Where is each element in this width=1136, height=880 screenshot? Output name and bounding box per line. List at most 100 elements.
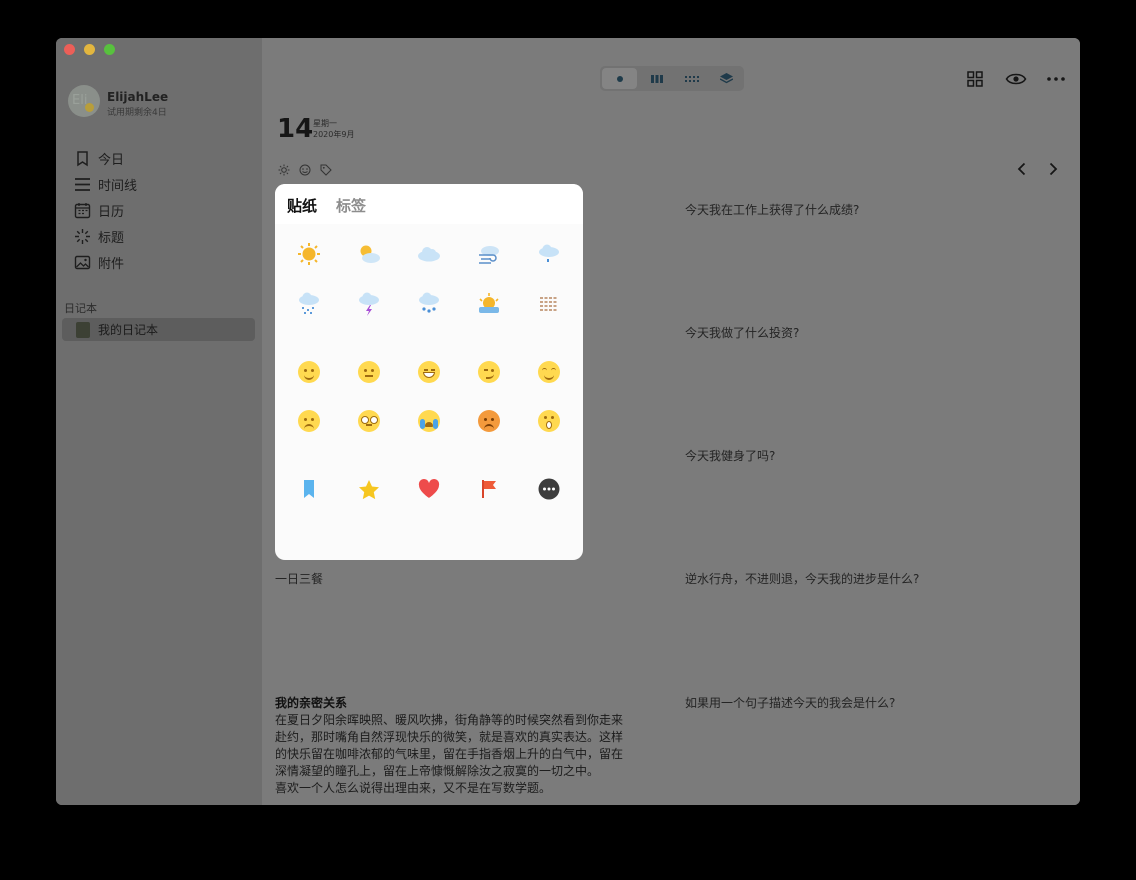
snow-sticker[interactable] [409, 284, 449, 324]
sidebar-item-label: 时间线 [98, 178, 138, 194]
windy-icon [479, 246, 499, 264]
weather-icon[interactable] [278, 164, 290, 176]
flag-icon [482, 480, 496, 498]
notebooks-section-label: 日记本 [64, 302, 97, 315]
angry-sticker[interactable] [469, 401, 509, 441]
smirk-sticker[interactable] [469, 352, 509, 392]
previous-day-arrow[interactable] [1014, 161, 1030, 177]
prompt-fitness[interactable]: 今天我健身了吗? [685, 447, 775, 464]
heart-sticker[interactable] [409, 469, 449, 509]
user-name[interactable]: ElijahLee [107, 90, 168, 104]
notebook-label: 我的日记本 [98, 323, 159, 337]
sad-sticker[interactable] [289, 401, 329, 441]
dots-grid-icon [684, 75, 699, 82]
sidebar: Eli ElijahLee 试用期剩余4日 今日 时间线 日历 标题 附件 日记… [56, 38, 262, 805]
sticker-popover: 贴纸 标签 [275, 184, 583, 560]
thunderstorm-icon [359, 292, 379, 316]
sidebar-item-attachments[interactable]: 附件 [74, 251, 124, 273]
grid-view-button[interactable] [674, 66, 709, 91]
sparkle-icon [75, 228, 90, 244]
grid-icon[interactable] [966, 70, 984, 88]
sun-sticker[interactable] [289, 234, 329, 274]
sidebar-item-calendar[interactable]: 日历 [74, 199, 124, 221]
sidebar-item-label: 日历 [98, 204, 125, 220]
prompt-progress[interactable]: 逆水行舟，不进则退，今天我的进步是什么? [685, 570, 919, 587]
body-line: 深情凝望的瞳孔上，留在上帝慷慨解除汝之寂寞的一切之中。 [275, 764, 600, 778]
columns-icon [650, 74, 663, 83]
partly-cloudy-icon [360, 245, 380, 263]
partly-cloudy-sticker[interactable] [349, 234, 389, 274]
tab-stickers[interactable]: 贴纸 [287, 195, 317, 216]
tab-tags[interactable]: 标签 [336, 195, 366, 216]
sad-face-icon [298, 410, 320, 432]
eye-icon[interactable] [1005, 70, 1027, 88]
relationship-body[interactable]: 在夏日夕阳余晖映照、暖风吹拂，街角静等的时候突然看到你走来 赴约，那时嘴角自然浮… [275, 712, 661, 797]
shocked-sticker[interactable] [529, 401, 569, 441]
list-icon [75, 177, 90, 191]
date-weekday: 星期一 [313, 119, 337, 128]
bookmark-icon [77, 150, 88, 166]
star-sticker[interactable] [349, 469, 389, 509]
zoom-window-button[interactable] [104, 44, 115, 55]
dizzy-face-icon [358, 410, 380, 432]
drizzle-icon [539, 244, 559, 262]
sunset-sticker[interactable] [469, 284, 509, 324]
body-line: 喜欢一个人怎么说得出理由来，又不是在写数学题。 [275, 781, 552, 795]
minimize-window-button[interactable] [84, 44, 95, 55]
stack-view-button[interactable] [709, 66, 744, 91]
prompt-work[interactable]: 今天我在工作上获得了什么成绩? [685, 201, 859, 218]
sidebar-item-timeline[interactable]: 时间线 [74, 173, 137, 195]
body-line: 的快乐留在咖啡浓郁的气味里，留在手指香烟上升的白气中，留在 [275, 747, 624, 761]
date-month: 2020年9月 [313, 130, 355, 139]
sidebar-item-headings[interactable]: 标题 [74, 225, 124, 247]
crying-sticker[interactable] [409, 401, 449, 441]
close-window-button[interactable] [64, 44, 75, 55]
dizzy-sticker[interactable] [349, 401, 389, 441]
calendar-icon [74, 202, 91, 218]
tag-icon[interactable] [320, 164, 332, 176]
sidebar-item-label: 今日 [98, 152, 125, 168]
columns-view-button[interactable] [639, 66, 674, 91]
notebook-item[interactable]: 我的日记本 [62, 318, 255, 341]
grin-sticker[interactable] [409, 352, 449, 392]
flag-sticker[interactable] [469, 469, 509, 509]
next-day-arrow[interactable] [1045, 161, 1061, 177]
image-icon [74, 255, 91, 269]
layers-icon [720, 73, 733, 84]
rain-icon [299, 292, 319, 314]
heart-icon [418, 479, 440, 498]
snow-icon [419, 292, 439, 313]
view-mode-switcher [600, 66, 744, 91]
dot-icon [616, 75, 623, 82]
sidebar-item-label: 标题 [98, 230, 125, 246]
drizzle-sticker[interactable] [529, 234, 569, 274]
sidebar-item-today[interactable]: 今日 [74, 147, 124, 169]
rain-sticker[interactable] [289, 284, 329, 324]
fog-sticker[interactable] [529, 284, 569, 324]
more-sticker[interactable] [529, 469, 569, 509]
smirk-face-icon [478, 361, 500, 383]
body-line: 在夏日夕阳余晖映照、暖风吹拂，街角静等的时候突然看到你走来 [275, 713, 624, 727]
smile-face-icon [298, 361, 320, 383]
blissful-sticker[interactable] [529, 352, 569, 392]
neutral-face-icon [358, 361, 380, 383]
meals-heading[interactable]: 一日三餐 [275, 570, 323, 587]
more-icon[interactable] [1045, 70, 1067, 88]
prompt-investment[interactable]: 今天我做了什么投资? [685, 324, 799, 341]
star-icon [359, 479, 379, 499]
bookmark-sticker[interactable] [289, 469, 329, 509]
thunderstorm-sticker[interactable] [349, 284, 389, 324]
relationship-title[interactable]: 我的亲密关系 [275, 694, 347, 711]
single-view-button[interactable] [602, 68, 637, 89]
neutral-sticker[interactable] [349, 352, 389, 392]
cloud-icon [418, 247, 440, 262]
mood-icon[interactable] [299, 164, 311, 176]
cloud-sticker[interactable] [409, 234, 449, 274]
bookmark-icon [304, 480, 314, 498]
more-dots-icon [538, 478, 560, 500]
body-line: 赴约，那时嘴角自然浮现快乐的微笑，就是喜欢的真实表达。这样 [275, 730, 624, 744]
prompt-describe-today[interactable]: 如果用一个句子描述今天的我会是什么? [685, 694, 895, 711]
avatar[interactable]: Eli [68, 85, 100, 117]
windy-sticker[interactable] [469, 234, 509, 274]
smile-sticker[interactable] [289, 352, 329, 392]
